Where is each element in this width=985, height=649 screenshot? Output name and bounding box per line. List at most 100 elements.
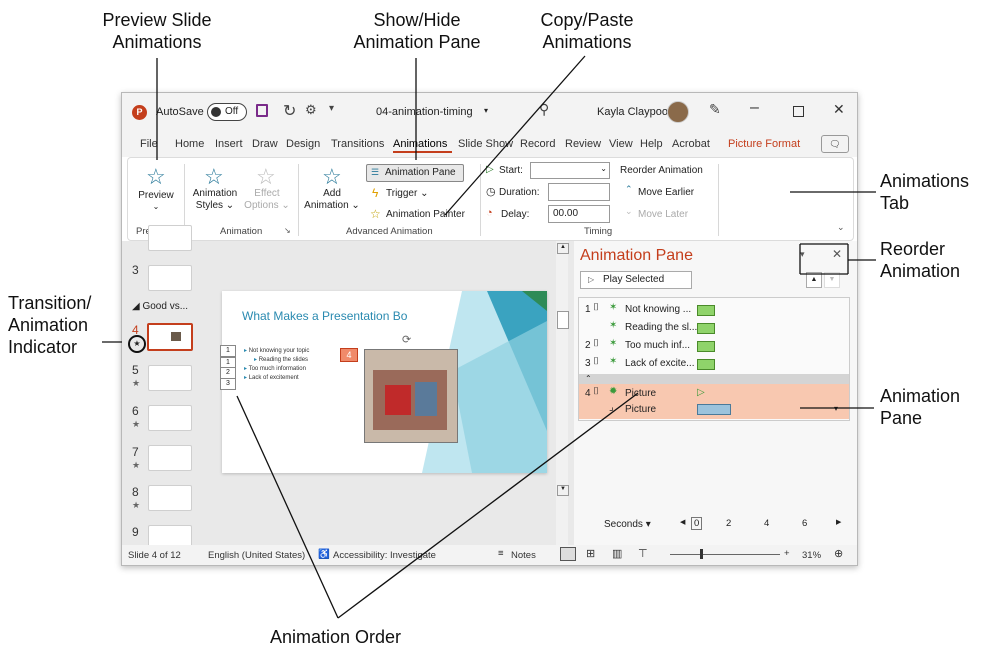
- notes-button[interactable]: Notes: [511, 550, 536, 561]
- close-icon[interactable]: ✕: [833, 101, 845, 118]
- fit-to-window-icon[interactable]: ⊕: [834, 547, 843, 560]
- move-down-button[interactable]: ▼: [824, 272, 840, 288]
- scroll-down-icon[interactable]: ▼: [557, 485, 569, 496]
- close-pane-icon[interactable]: ✕: [832, 247, 842, 261]
- animation-styles-button[interactable]: Animation Styles ⌄: [188, 188, 242, 212]
- slide-thumbnail[interactable]: [148, 265, 192, 291]
- dialog-launcher-icon[interactable]: ↘: [284, 226, 291, 235]
- avatar[interactable]: [667, 101, 689, 123]
- slide-thumbnail[interactable]: [148, 365, 192, 391]
- move-later-button[interactable]: Move Later: [638, 209, 688, 220]
- slideshow-icon[interactable]: ⊤: [638, 547, 648, 560]
- slide-thumbnail[interactable]: [148, 225, 192, 251]
- add-animation-button[interactable]: Add Animation ⌄: [304, 188, 360, 212]
- slide-title[interactable]: What Makes a Presentation Bo: [242, 309, 407, 323]
- search-icon[interactable]: ⚲: [539, 101, 549, 118]
- tab-design[interactable]: Design: [286, 138, 320, 150]
- collapse-ribbon-icon[interactable]: ⌄: [837, 222, 845, 233]
- timing-bar: [697, 404, 731, 415]
- normal-view-icon[interactable]: [560, 547, 576, 561]
- tab-file[interactable]: File: [140, 138, 158, 150]
- slide-thumbnail[interactable]: [148, 445, 192, 471]
- slide-thumbnail[interactable]: [148, 405, 192, 431]
- reading-view-icon[interactable]: ▥: [612, 547, 622, 560]
- scroll-right-icon[interactable]: ▶: [836, 518, 841, 526]
- play-selected-button[interactable]: ▷ Play Selected: [580, 271, 692, 289]
- accessibility-status[interactable]: Accessibility: Investigate: [333, 550, 436, 561]
- tab-help[interactable]: Help: [640, 138, 663, 150]
- customize-icon[interactable]: ⚙: [305, 102, 317, 118]
- slide-sorter-icon[interactable]: ⊞: [586, 547, 595, 560]
- save-icon[interactable]: [256, 104, 268, 117]
- pane-options-dropdown-icon[interactable]: ▾: [800, 249, 805, 260]
- maximize-icon[interactable]: [793, 106, 804, 117]
- move-up-button[interactable]: ▲: [806, 272, 822, 288]
- zoom-in-icon[interactable]: +: [784, 548, 790, 559]
- scroll-up-icon[interactable]: ▲: [557, 243, 569, 254]
- animation-row[interactable]: ✶ Reading the sl...: [585, 320, 849, 338]
- animation-row[interactable]: 1 ⌷ ✶ Not knowing ...: [585, 302, 849, 320]
- slide-canvas[interactable]: What Makes a Presentation Bo 1 1 2 3 ▸ N…: [220, 291, 547, 473]
- tab-insert[interactable]: Insert: [215, 138, 243, 150]
- comments-button[interactable]: 🗨: [821, 135, 849, 153]
- section-header[interactable]: ◢ Good vs...: [132, 301, 188, 312]
- preview-button[interactable]: Preview: [136, 190, 176, 201]
- tab-view[interactable]: View: [609, 138, 633, 150]
- animation-pane-button[interactable]: ☰ Animation Pane: [366, 164, 464, 182]
- pen-icon[interactable]: ✎: [709, 101, 721, 118]
- slide-picture[interactable]: [364, 349, 458, 443]
- scroll-left-icon[interactable]: ◀: [680, 518, 685, 526]
- effect-options-button[interactable]: Effect Options ⌄: [242, 188, 292, 212]
- file-name[interactable]: 04-animation-timing: [376, 106, 473, 118]
- motion-path-icon: ⌟: [609, 402, 614, 413]
- language[interactable]: English (United States): [208, 550, 305, 561]
- tab-record[interactable]: Record: [520, 138, 555, 150]
- tab-picture-format[interactable]: Picture Format: [728, 138, 800, 150]
- start-label: Start:: [499, 165, 523, 176]
- scroll-thumb[interactable]: [557, 311, 569, 329]
- zoom-slider[interactable]: [670, 549, 780, 559]
- collapse-row[interactable]: ⌃: [579, 374, 849, 384]
- preview-dropdown-icon[interactable]: ⌄: [136, 202, 176, 211]
- tab-transitions[interactable]: Transitions: [331, 138, 384, 150]
- zoom-slider-thumb[interactable]: [700, 549, 703, 559]
- slide-scrollbar[interactable]: ▲ ▼: [556, 241, 569, 545]
- entrance-effect-icon: ✶: [609, 302, 618, 313]
- rotate-handle-icon[interactable]: ⟳: [402, 333, 411, 346]
- timeline-scale[interactable]: ◀ 0 2 4 6 ▶: [680, 517, 846, 531]
- seconds-dropdown[interactable]: Seconds ▾: [604, 519, 651, 530]
- trigger-button[interactable]: Trigger ⌄: [386, 188, 428, 199]
- callout-animation-pane: Animation Pane: [880, 386, 961, 428]
- tab-review[interactable]: Review: [565, 138, 601, 150]
- zoom-level[interactable]: 31%: [802, 550, 821, 561]
- transition-animation-indicator-star-icon: ★: [128, 335, 146, 353]
- quick-access-dropdown-icon[interactable]: ▾: [329, 103, 334, 114]
- start-select[interactable]: ⌄: [530, 162, 610, 179]
- duration-stepper[interactable]: [548, 183, 610, 201]
- tab-acrobat[interactable]: Acrobat: [672, 138, 710, 150]
- workspace: 3 ◢ Good vs... 4 ★ 5 ★ 6 ★ 7 ★ 8 ★ 9 Wha…: [122, 225, 857, 551]
- animation-pane: Animation Pane ▾ ✕ ▷ Play Selected ▲ ▼ 1…: [574, 241, 857, 545]
- slide-thumbnail[interactable]: [148, 485, 192, 511]
- delay-stepper[interactable]: 00.00: [548, 205, 610, 223]
- move-earlier-button[interactable]: Move Earlier: [638, 187, 694, 198]
- bullet-list[interactable]: ▸ Not knowing your topic ▸ Reading the s…: [244, 347, 309, 383]
- tab-home[interactable]: Home: [175, 138, 204, 150]
- row-dropdown-icon[interactable]: ▾: [834, 404, 838, 413]
- tab-animations[interactable]: Animations: [393, 138, 447, 150]
- animation-styles-star-icon: ☆: [204, 164, 224, 189]
- selected-animation-group[interactable]: 4 ⌷ ✹ Picture ▷ ⌟ Picture ▾: [579, 384, 849, 419]
- animation-row[interactable]: 3 ⌷ ✶ Lack of excite...: [585, 356, 849, 374]
- undo-icon[interactable]: ↻: [283, 101, 296, 121]
- tab-slide-show[interactable]: Slide Show: [458, 138, 513, 150]
- tab-draw[interactable]: Draw: [252, 138, 278, 150]
- entrance-effect-icon: ✶: [609, 320, 618, 331]
- separator: [298, 164, 299, 236]
- tab-animations-underline: [393, 151, 452, 153]
- autosave-toggle[interactable]: Off: [207, 103, 247, 121]
- animation-row[interactable]: 2 ⌷ ✶ Too much inf...: [585, 338, 849, 356]
- minimize-icon[interactable]: –: [750, 99, 759, 117]
- file-name-dropdown-icon[interactable]: ▾: [484, 106, 488, 115]
- slide-thumbnail-selected[interactable]: [147, 323, 193, 351]
- animation-painter-button[interactable]: Animation Painter: [386, 209, 465, 220]
